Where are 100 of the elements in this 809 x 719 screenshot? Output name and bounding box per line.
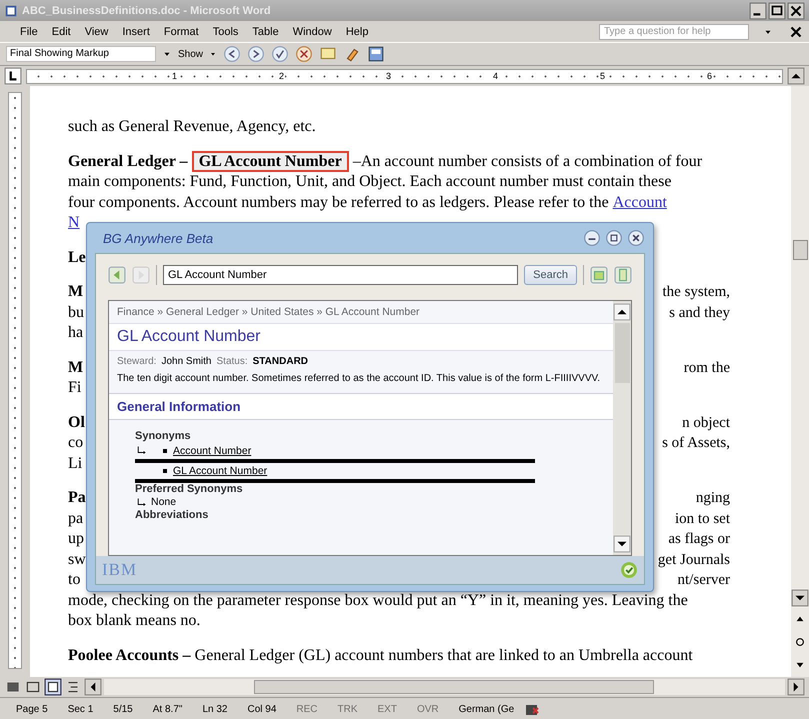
markup-dropdown[interactable]: Final Showing Markup — [6, 46, 156, 62]
tab-stop-icon[interactable] — [4, 67, 22, 85]
menu-item[interactable]: Tools — [212, 26, 238, 38]
document-text: nt/server — [678, 571, 730, 590]
vertical-scrollbar[interactable] — [613, 301, 631, 555]
popup-title: BG Anywhere Beta — [103, 230, 214, 246]
status-item: 5/15 — [112, 704, 134, 715]
document-text: nging — [696, 489, 730, 508]
document-text: M — [68, 282, 84, 302]
vertical-scrollbar[interactable] — [791, 86, 809, 677]
restore-icon[interactable] — [605, 229, 623, 247]
scroll-down-icon[interactable] — [791, 589, 809, 607]
document-text: M — [68, 358, 84, 378]
status-item: Page 5 — [15, 704, 49, 715]
document-link[interactable]: Account — [612, 192, 667, 213]
document-link[interactable]: N — [68, 213, 80, 234]
menu-item[interactable]: Insert — [122, 26, 150, 38]
reviewing-pane-icon[interactable] — [367, 45, 386, 63]
vertical-ruler[interactable] — [8, 92, 22, 669]
highlighted-term: GL Account Number — [192, 151, 349, 172]
menu-item[interactable]: Window — [292, 26, 332, 38]
document-text: Pa — [68, 488, 86, 508]
group-label: Abbreviations — [135, 509, 210, 522]
search-field[interactable]: GL Account Number — [163, 265, 518, 285]
status-item: Col 94 — [246, 704, 278, 715]
document-text: Ol — [68, 412, 85, 432]
group-value: None — [151, 496, 176, 509]
check-icon — [620, 561, 638, 579]
document-text: box blank means no. — [68, 611, 200, 631]
document-text: Fi — [68, 378, 82, 398]
minimize-icon[interactable] — [749, 2, 767, 20]
scroll-thumb[interactable] — [614, 323, 630, 383]
window-title: ABC_BusinessDefinitions.doc - Microsoft Word — [22, 4, 271, 16]
ruler-number: 5 — [598, 70, 606, 80]
word-document-icon — [4, 4, 18, 18]
ruler-number: 4 — [492, 70, 499, 80]
document-text: such as General Revenue, Agency, etc. — [68, 117, 316, 137]
ruler-number: 3 — [384, 70, 392, 80]
ruler-number: 6 — [706, 70, 713, 80]
status-item: Sec 1 — [66, 704, 94, 715]
horizontal-ruler[interactable]: 1 2 3 4 5 6 — [26, 68, 783, 84]
menu-item[interactable]: Help — [346, 26, 368, 38]
status-item: REC — [295, 704, 318, 715]
bullet-icon — [163, 449, 167, 453]
menu-item[interactable]: File — [20, 26, 38, 38]
document-text: main components: Fund, Function, Unit, and Object. Each account number must contain these — [68, 172, 672, 192]
show-button[interactable]: Show — [178, 48, 204, 60]
close-icon[interactable] — [787, 2, 805, 20]
status-item: OVR — [416, 704, 440, 715]
scroll-up-icon[interactable] — [787, 67, 805, 85]
breadcrumb: Finance » General Ledger » United States » GL Account Number — [109, 301, 613, 324]
logo-text: IBM — [102, 560, 138, 580]
previous-change-icon[interactable] — [223, 45, 242, 63]
document-text: co — [68, 433, 84, 453]
print-view-icon[interactable] — [44, 678, 62, 696]
document-text: n object — [682, 414, 730, 432]
scroll-right-icon[interactable] — [787, 678, 805, 696]
scroll-thumb[interactable] — [254, 680, 654, 694]
synonym-link[interactable]: Account Number — [173, 445, 252, 457]
scroll-left-icon[interactable] — [84, 678, 102, 696]
status-item: At 8.7" — [152, 704, 184, 715]
menu-item[interactable]: View — [84, 26, 108, 38]
close-icon[interactable] — [627, 229, 645, 247]
document-text: as flags or — [668, 530, 730, 549]
status-item: TRK — [336, 704, 358, 715]
document-text: bu — [68, 302, 84, 322]
status-item: German (Ge — [458, 704, 516, 715]
document-text: sw — [68, 550, 86, 570]
menu-item[interactable]: Table — [252, 26, 279, 38]
steward-name: John Smith — [161, 356, 212, 367]
menu-item[interactable]: Edit — [52, 26, 71, 38]
scroll-up-icon[interactable] — [613, 303, 631, 321]
term-description: The ten digit account number. Sometimes referred to as the account ID. This value is of the form L-FIIIIVVVV. — [109, 370, 613, 394]
ruler-number: 2 — [278, 70, 285, 80]
status-item: Ln 32 — [201, 704, 228, 715]
minimize-icon[interactable] — [583, 229, 601, 247]
menu-item[interactable]: Format — [164, 26, 199, 38]
next-change-icon[interactable] — [247, 45, 266, 63]
accept-change-icon[interactable] — [271, 45, 290, 63]
document-text: Poolee Accounts – General Ledger (GL) account numbers that are linked to an Umbrella account — [68, 646, 693, 666]
document-text: mode, checking on the parameter response box would put an “Y” in it, meaning yes. Leaving the — [68, 590, 688, 610]
group-label: Preferred Synonyms — [135, 483, 244, 496]
status-value: STANDARD — [252, 356, 308, 367]
document-text: s and they — [669, 304, 730, 322]
maximize-icon[interactable] — [768, 2, 786, 20]
synonym-link[interactable]: GL Account Number — [173, 465, 268, 477]
search-button[interactable]: Search — [524, 265, 577, 285]
horizontal-scrollbar[interactable] — [104, 679, 785, 695]
document-text: the system, — [662, 283, 730, 302]
scroll-down-icon[interactable] — [613, 535, 631, 553]
bullet-icon — [163, 469, 167, 473]
document-text: ion to set — [675, 510, 730, 528]
help-search-field[interactable]: Type a question for help — [599, 24, 749, 40]
group-label: Synonyms — [135, 430, 192, 443]
reject-change-icon[interactable] — [295, 45, 314, 63]
scroll-thumb[interactable] — [792, 240, 808, 260]
dropdown-arrow-icon — [209, 50, 218, 58]
ruler-number: 1 — [170, 70, 178, 80]
document-text: up — [68, 529, 84, 549]
document-text: rom the — [684, 358, 730, 378]
